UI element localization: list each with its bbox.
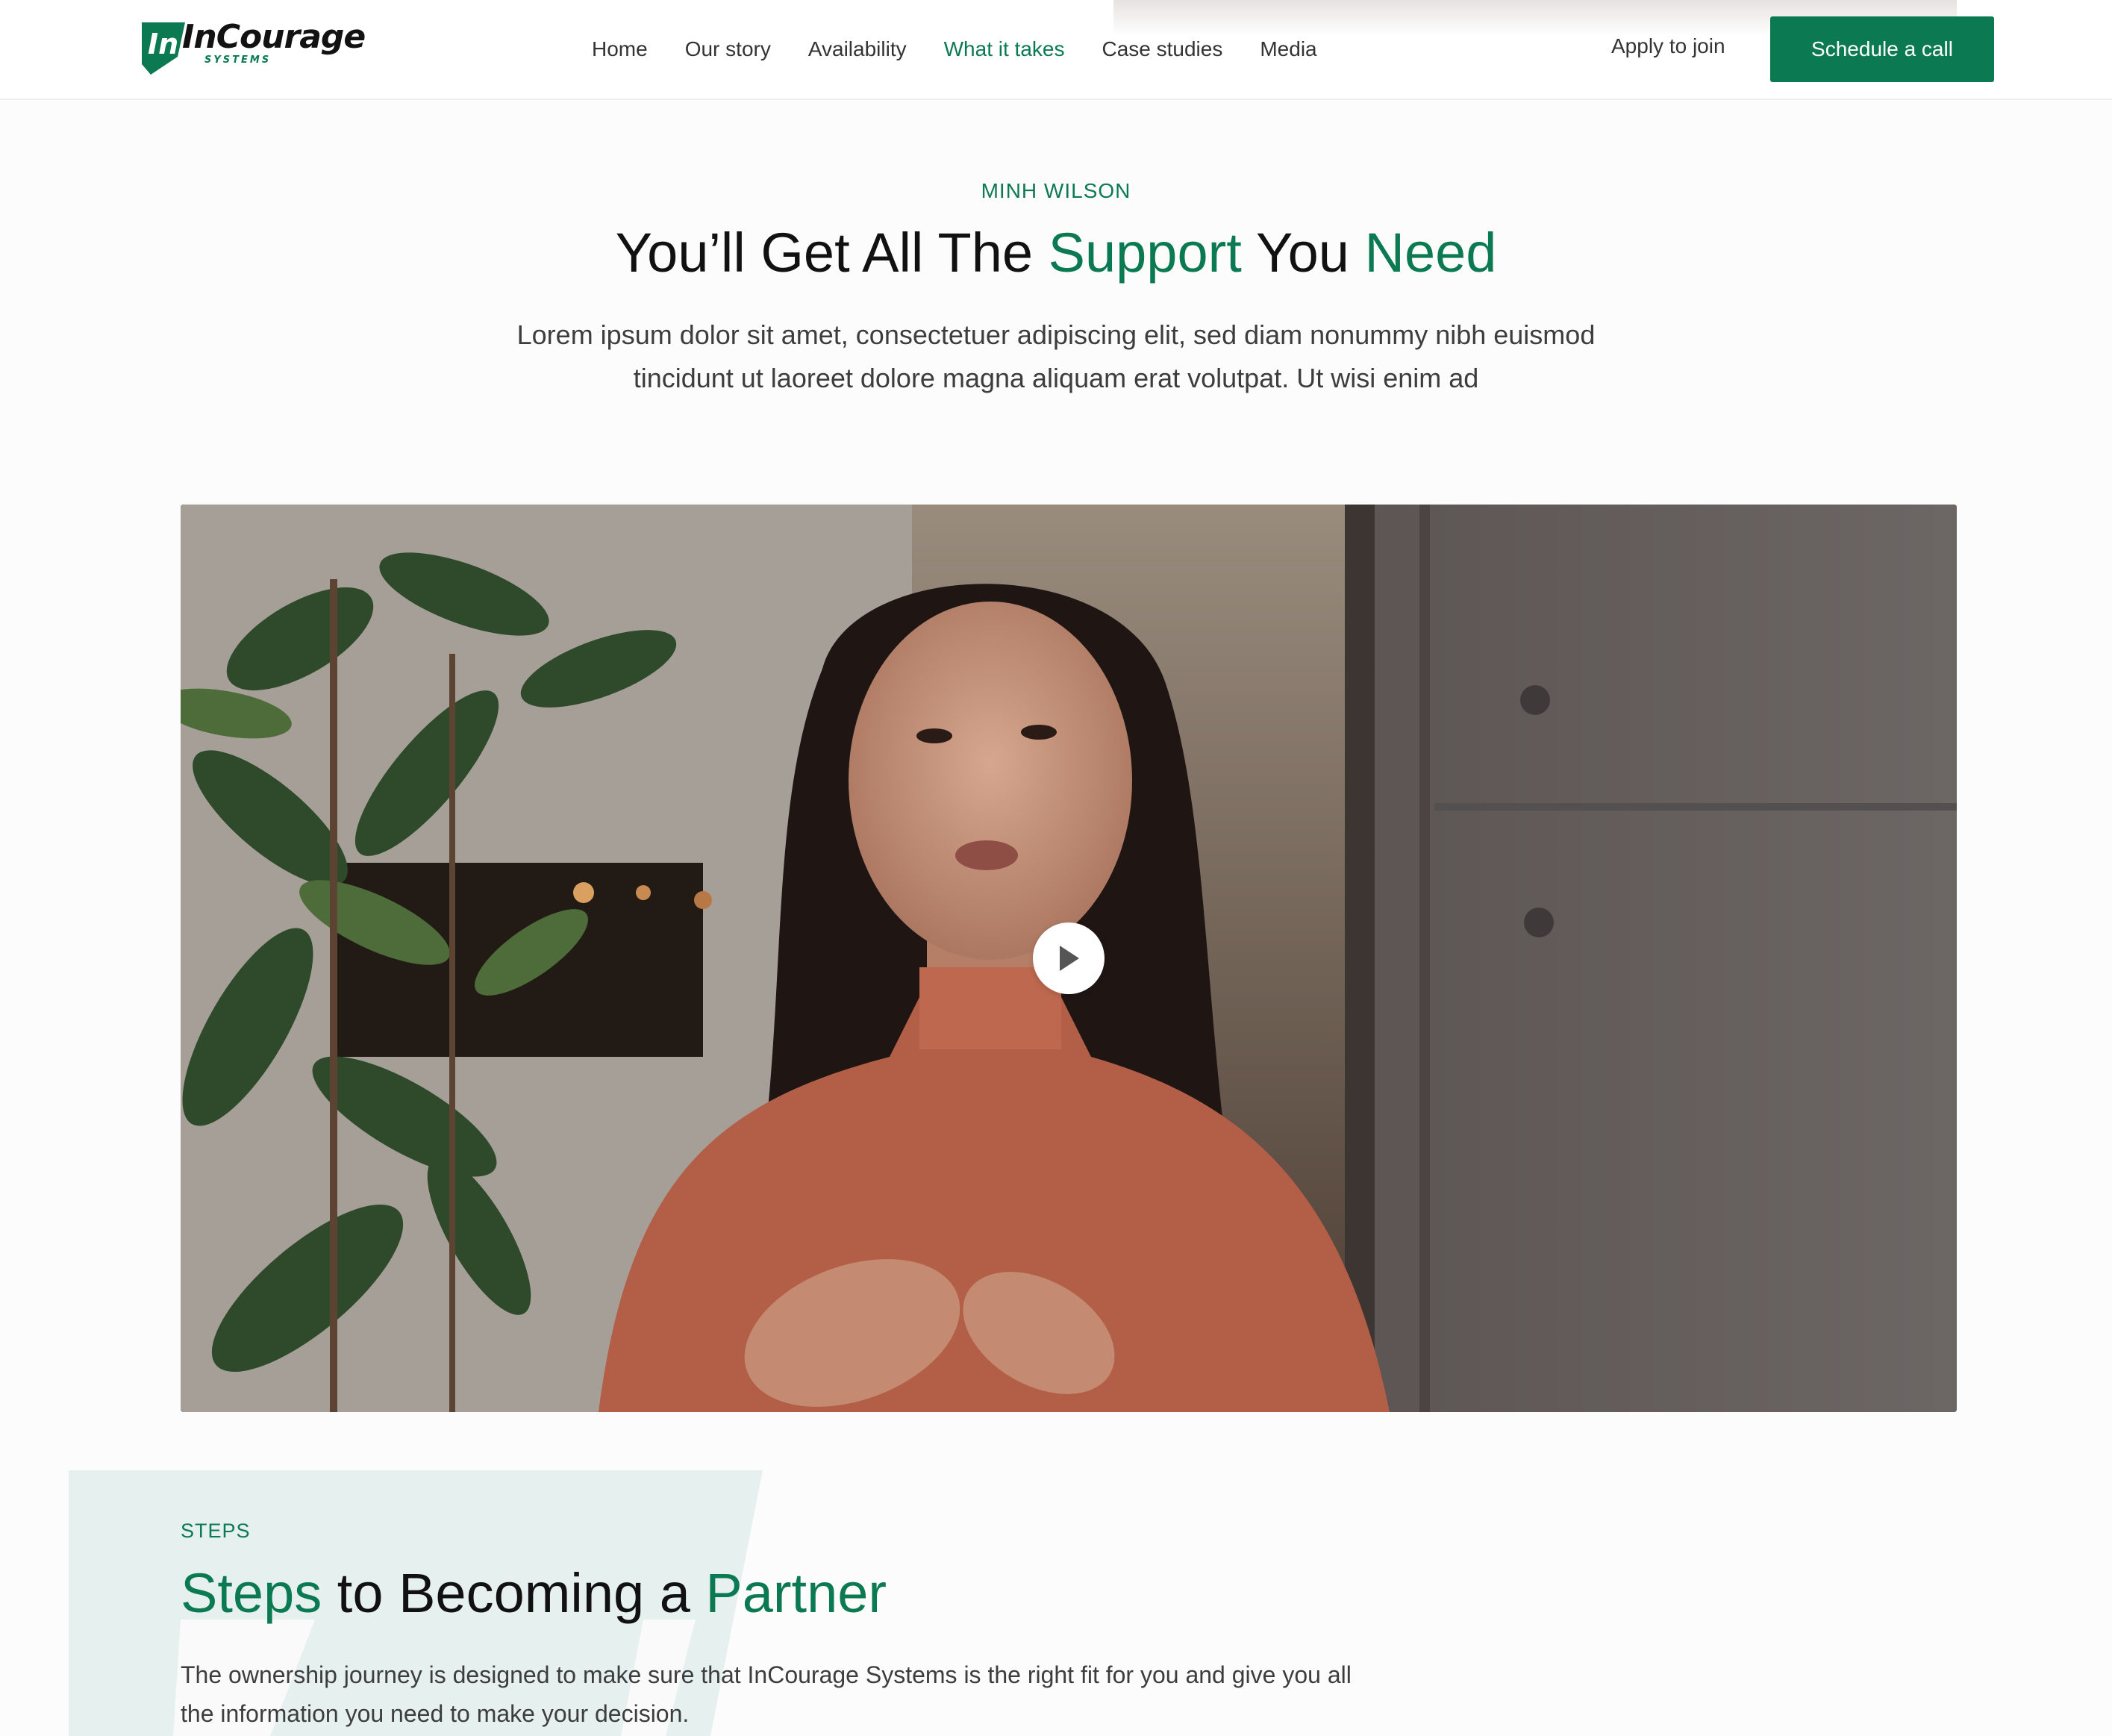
nav-item-what-it-takes[interactable]: What it takes — [944, 39, 1065, 60]
logo-shield-icon: In — [142, 22, 185, 75]
video-player[interactable] — [181, 505, 1957, 1412]
nav-item-home[interactable]: Home — [592, 39, 648, 60]
nav-item-availability[interactable]: Availability — [808, 39, 907, 60]
nav-item-case-studies[interactable]: Case studies — [1102, 39, 1222, 60]
schedule-call-button[interactable]: Schedule a call — [1770, 16, 1994, 82]
steps-description: The ownership journey is designed to mak… — [181, 1661, 1352, 1727]
hero-title-accent-need: Need — [1364, 222, 1497, 284]
steps-eyebrow: STEPS — [181, 1520, 251, 1542]
site-header: In InCourage SYSTEMS Home Our story Avai… — [0, 0, 2112, 100]
hero-title: You’ll Get All The Support You Need — [0, 222, 2112, 283]
main-nav: Home Our story Availability What it take… — [592, 33, 1317, 66]
logo-tagline: SYSTEMS — [204, 54, 272, 66]
nav-item-media[interactable]: Media — [1260, 39, 1316, 60]
hero-description: Lorem ipsum dolor sit amet, consectetuer… — [516, 319, 1596, 393]
hero-title-accent-support: Support — [1048, 222, 1242, 284]
play-icon — [1060, 946, 1079, 971]
nav-item-our-story[interactable]: Our story — [685, 39, 771, 60]
brand-logo[interactable]: In InCourage SYSTEMS — [140, 19, 366, 79]
svg-text:In: In — [148, 28, 178, 60]
video-play-button[interactable] — [1033, 922, 1105, 994]
hero-eyebrow: MINH WILSON — [981, 179, 1131, 202]
steps-title: Steps to Becoming a Partner — [181, 1563, 887, 1623]
steps-title-middle: to Becoming a — [322, 1562, 706, 1624]
apply-to-join-link[interactable]: Apply to join — [1611, 36, 1725, 57]
hero-title-part-1: You’ll Get All The — [615, 222, 1049, 284]
hero-title-part-3: You — [1241, 222, 1365, 284]
logo-wordmark: InCourage — [182, 18, 366, 56]
steps-title-accent-partner: Partner — [705, 1562, 887, 1624]
steps-title-accent-steps: Steps — [181, 1562, 322, 1624]
